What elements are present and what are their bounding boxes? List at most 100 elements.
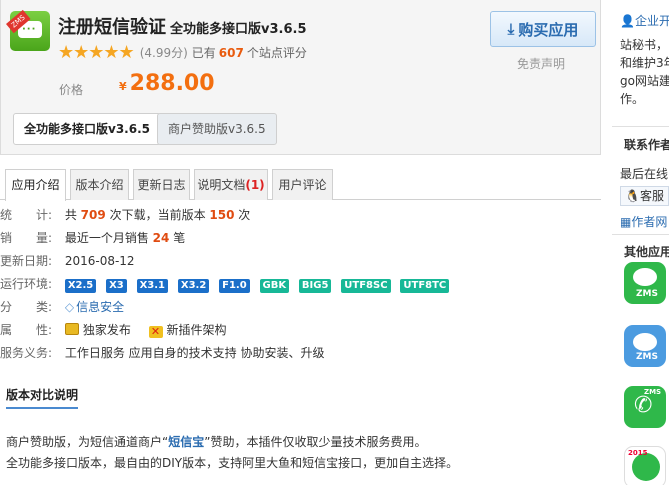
detail-tabs: 应用介绍 版本介绍 更新日志 说明文档(1) 用户评论 <box>0 168 601 201</box>
divider <box>612 234 669 235</box>
rating-count: 607 <box>218 45 244 60</box>
tag-icon: ◇ <box>64 300 75 314</box>
author-site-label: 作者网 <box>631 215 668 229</box>
attr-new-architecture: 新插件架构 <box>166 323 227 337</box>
sales-text: 笔 <box>173 231 186 245</box>
other-app-sms-icon[interactable]: ZMS <box>624 262 666 304</box>
info-row-env: 运行环境: X2.5 X3 X3.1 X3.2 F1.0 GBK BIG5 UT… <box>0 275 455 293</box>
user-icon: 👤 <box>620 14 635 28</box>
info-row-attrs: 属 性: 独家发布 ✕ 新插件架构 <box>0 321 227 339</box>
compare-section-title: 版本对比说明 <box>6 386 79 409</box>
update-date: 2016-08-12 <box>64 254 135 268</box>
author-bio-line: 作。 <box>620 92 645 106</box>
buy-app-label: 购买应用 <box>518 20 579 39</box>
info-label: 更新日期: <box>0 254 53 268</box>
brand-link[interactable]: 短信宝 <box>168 435 204 449</box>
buy-app-button[interactable]: ⤓ 购买应用 <box>490 11 596 47</box>
enterprise-text: 企业开发 <box>634 14 669 28</box>
exclusive-icon <box>64 323 79 335</box>
info-label: 分 类: <box>0 300 53 314</box>
compare-text: 商户赞助版，为短信通道商户“ <box>6 435 169 449</box>
version-option-full[interactable]: 全功能多接口版v3.6.5 <box>13 113 161 145</box>
compare-text: ”赞助，本插件仅收取少量技术服务费用。 <box>204 435 427 449</box>
price-label: 价格 <box>59 83 84 97</box>
sales-count: 24 <box>152 231 170 245</box>
phone-icon: ✆ <box>634 393 653 418</box>
customer-service-label: 客服 <box>639 189 664 203</box>
download-count: 709 <box>80 208 106 222</box>
tab-docs-count: (1) <box>245 178 265 192</box>
attr-exclusive: 独家发布 <box>82 323 131 337</box>
info-label: 统 计: <box>0 208 53 222</box>
app-header-card: ··· ZMS 注册短信验证 全功能多接口版v3.6.5 ★★★★★ (4.99分… <box>0 0 601 155</box>
download-icon: ⤓ <box>507 20 515 38</box>
info-row-stats: 统 计: 共 709 次下载，当前版本 150 次 <box>0 206 250 224</box>
env-tag: F1.0 <box>219 279 250 293</box>
tab-docs[interactable]: 说明文档(1) <box>194 169 268 200</box>
other-app-message-icon[interactable]: ZMS <box>624 325 666 367</box>
stats-text: 次下载，当前版本 <box>109 208 206 222</box>
env-tag: BIG5 <box>298 279 332 293</box>
last-online: 最后在线 <box>620 167 669 181</box>
app-label: ZMS <box>636 289 658 299</box>
service-text: 工作日服务 应用自身的技术支持 协助安装、升级 <box>64 346 325 360</box>
env-tag: X3.1 <box>136 279 169 293</box>
stats-text: 共 <box>64 208 77 222</box>
author-bio-line: 站秘书， <box>620 38 669 52</box>
env-tag: UTF8SC <box>341 279 391 293</box>
env-tag: X3 <box>106 279 127 293</box>
other-app-shield-icon[interactable]: 2015 <box>624 446 666 485</box>
tab-docs-label: 说明文档 <box>197 178 246 192</box>
env-tag: UTF8TC <box>400 279 450 293</box>
enterprise-label: 👤企业开发 <box>620 12 669 29</box>
tab-changelog[interactable]: 更新日志 <box>133 169 190 200</box>
right-sidebar: 👤企业开发 站秘书， 和维护3年 go网站建 作。 联系作者 最后在线 🐧客服 … <box>612 0 669 485</box>
price: ¥288.00 <box>119 71 215 96</box>
version-option-sponsor[interactable]: 商户赞助版v3.6.5 <box>157 113 277 145</box>
app-label: 2015 <box>628 449 648 457</box>
info-row-service: 服务义务: 工作日服务 应用自身的技术支持 协助安装、升级 <box>0 344 324 362</box>
current-version-count: 150 <box>209 208 235 222</box>
tab-app-intro[interactable]: 应用介绍 <box>5 169 66 201</box>
env-tag: X3.2 <box>177 279 210 293</box>
page: { "app": { "ribbon": "ZMS", "title": "注册… <box>0 0 669 485</box>
app-label: ZMS <box>644 388 662 396</box>
compare-line-2: 全功能多接口版本，最自由的DIY版本，支持阿里大鱼和短信宝接口，更加自主选择。 <box>6 456 459 470</box>
author-bio-line: go网站建 <box>620 74 669 88</box>
env-tag: X2.5 <box>64 279 97 293</box>
category-link[interactable]: 信息安全 <box>76 300 124 314</box>
new-architecture-icon: ✕ <box>148 326 163 338</box>
qq-icon: 🐧 <box>625 189 640 203</box>
price-value: 288.00 <box>129 71 215 96</box>
rating-score: (4.99分) <box>139 46 188 60</box>
sales-text: 最近一个月销售 <box>64 231 149 245</box>
other-app-phone-icon[interactable]: ✆ ZMS <box>624 386 666 428</box>
info-row-sales: 销 量: 最近一个月销售 24 笔 <box>0 229 185 247</box>
app-version: 全功能多接口版v3.6.5 <box>170 22 307 37</box>
grid-icon: ▦ <box>620 215 632 229</box>
contact-author-title: 联系作者 <box>624 138 669 152</box>
currency-symbol: ¥ <box>119 80 127 93</box>
app-title: 注册短信验证 全功能多接口版v3.6.5 <box>58 13 307 39</box>
disclaimer-link[interactable]: 免责声明 <box>517 55 565 72</box>
customer-service-button[interactable]: 🐧客服 <box>620 186 669 206</box>
tab-version-intro[interactable]: 版本介绍 <box>70 169 129 200</box>
app-label: ZMS <box>636 352 658 362</box>
tab-user-reviews[interactable]: 用户评论 <box>272 169 333 200</box>
info-row-update: 更新日期: 2016-08-12 <box>0 252 135 270</box>
stats-text: 次 <box>238 208 251 222</box>
info-label: 服务义务: <box>0 346 53 360</box>
rating-row: ★★★★★ (4.99分) 已有 607 个站点评分 <box>58 42 307 63</box>
author-site-link[interactable]: ▦作者网 <box>620 213 667 230</box>
env-tag: GBK <box>259 279 290 293</box>
rating-stars-icon: ★★★★★ <box>58 42 135 63</box>
info-row-category: 分 类: ◇ 信息安全 <box>0 298 124 316</box>
divider <box>612 126 669 127</box>
other-apps-title: 其他应用 <box>624 245 669 259</box>
info-label: 销 量: <box>0 231 53 245</box>
app-title-text: 注册短信验证 <box>58 17 166 38</box>
author-bio-line: 和维护3年 <box>620 56 669 70</box>
info-label: 属 性: <box>0 323 53 337</box>
info-label: 运行环境: <box>0 277 53 291</box>
rating-suffix: 个站点评分 <box>246 46 307 60</box>
